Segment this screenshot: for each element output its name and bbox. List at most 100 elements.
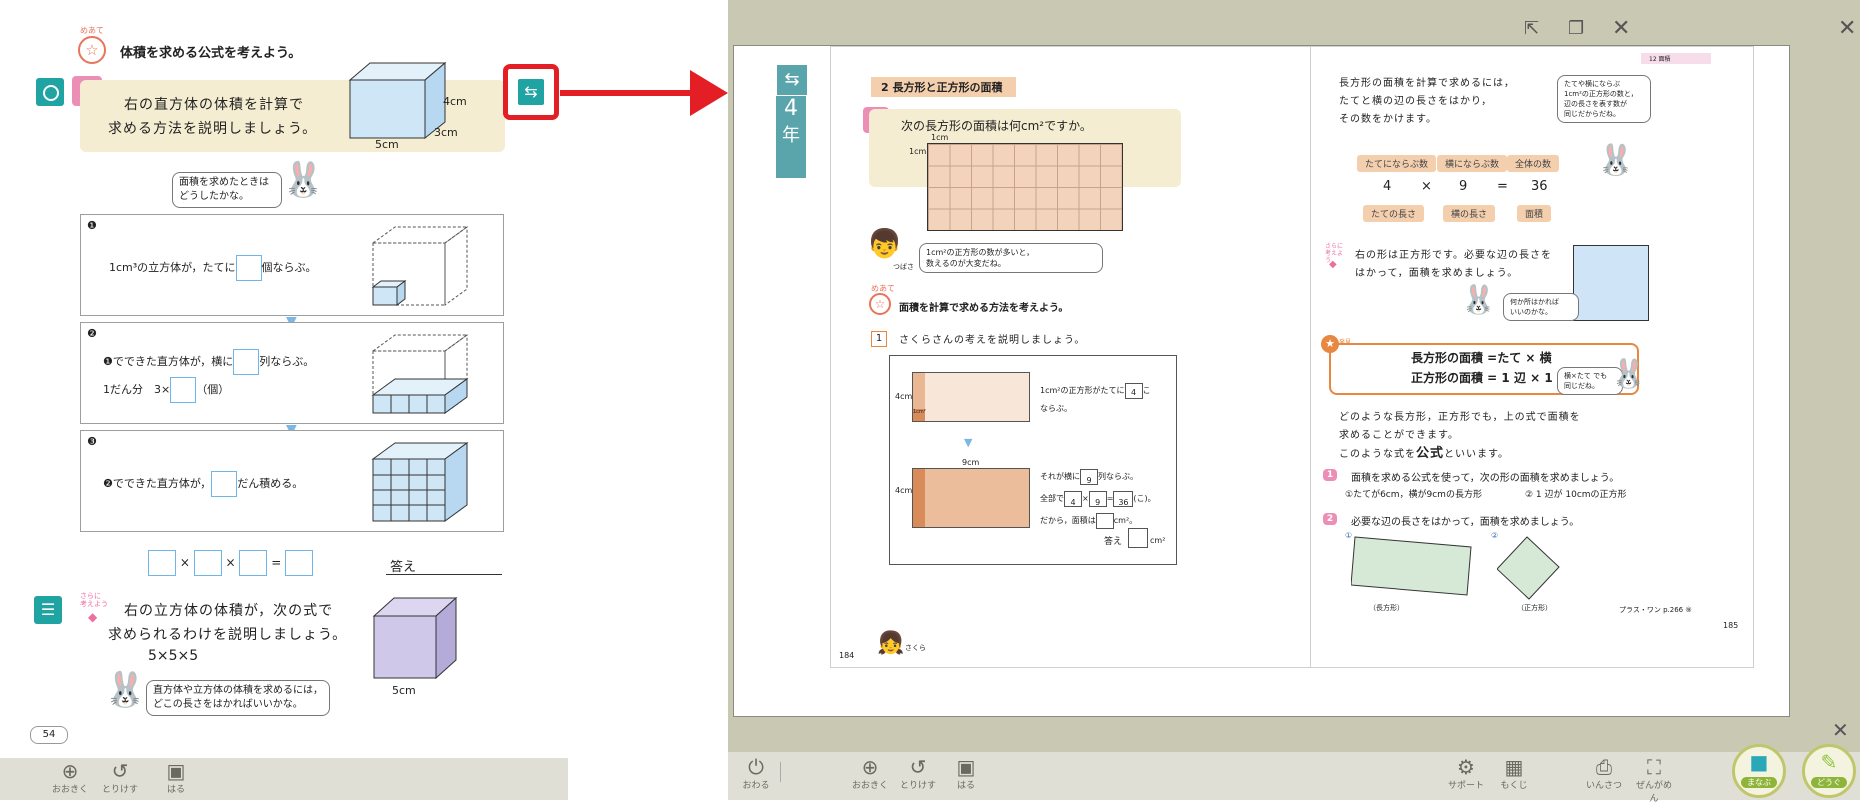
- fullscreen-button[interactable]: ⛶ ぜんがめん: [1632, 756, 1676, 804]
- text3-v2[interactable]: 9: [1088, 490, 1107, 507]
- girl-name: さくら: [905, 644, 926, 652]
- back-link-icon[interactable]: ⇆: [518, 79, 544, 105]
- back-link-icon[interactable]: ⇆: [776, 64, 808, 96]
- rect2: [912, 468, 1030, 528]
- discovery-tag: 発見: [1339, 339, 1352, 346]
- paste-image-label: はる: [166, 785, 185, 795]
- eq-v3: 36: [1531, 179, 1548, 194]
- rect1: 1cm²: [912, 372, 1030, 422]
- text2-a: それが横に: [1040, 472, 1080, 481]
- extra-formula: 5×5×5: [148, 648, 199, 664]
- page-number-185: 185: [1723, 621, 1739, 630]
- step2-text-a: ❶でできた直方体が，横に: [103, 355, 234, 368]
- text4-b: cm²。: [1113, 516, 1138, 525]
- text3-times: ×: [1082, 494, 1089, 503]
- area-input[interactable]: [1095, 512, 1114, 529]
- eq-times2: ×: [225, 555, 236, 570]
- rabbit-bubble3-line2: 同じだね。: [1564, 382, 1599, 390]
- textbook-page-left: めあて ☆ 体積を求める公式を考えよう。 2 右の直方体の体積を計算で 求める方…: [0, 0, 568, 800]
- text3-v3[interactable]: 36: [1113, 490, 1134, 507]
- contents-button[interactable]: ▦ もくじ: [1494, 756, 1534, 791]
- ex2-a-caption: （長方形）: [1369, 604, 1404, 612]
- step3-box: ❸ ❷でできた直方体が， だん積める。: [80, 430, 504, 532]
- step2-count-input[interactable]: [170, 377, 197, 403]
- print-icon: ⎙: [1596, 755, 1612, 779]
- eq-input-4[interactable]: [285, 550, 314, 576]
- textbook-spread: ⇆ 4 年 2 長方形と正方形の面積 1 次の長方形の面積は何cm²ですか。 1…: [733, 45, 1790, 717]
- summary-line1: どのような長方形，正方形でも，上の式で面積を: [1339, 412, 1581, 423]
- print-button[interactable]: ⎙ いんさつ: [1584, 756, 1624, 791]
- zoom-in-label: おおきく: [51, 785, 88, 795]
- close-icon[interactable]: ✕: [1612, 16, 1630, 41]
- dim-width: 5cm: [375, 138, 399, 151]
- rabbit-bubble2-line2: いいのかな。: [1510, 308, 1552, 316]
- text1-value[interactable]: 4: [1124, 382, 1143, 399]
- expand-icon[interactable]: ⇱: [1524, 18, 1539, 39]
- summary-line2: 求めることができます。: [1339, 430, 1459, 441]
- step2-figure: [371, 334, 469, 414]
- down-arrow-icon: ▼: [964, 436, 973, 449]
- dim-depth: 3cm: [434, 126, 458, 139]
- rabbit-bubble-1: たてや横にならぶ 1cm²の正方形の数と， 辺の長さを表す数が 同じだからだね。: [1557, 75, 1651, 123]
- paste-image-button[interactable]: ▣ はる: [946, 756, 986, 791]
- summary-line3a: このような式を: [1339, 449, 1416, 460]
- step3-answer-input[interactable]: [211, 471, 238, 497]
- text2-value[interactable]: 9: [1080, 468, 1098, 485]
- extra-bubble-line1: 直方体や立方体の体積を求めるには，: [153, 685, 323, 696]
- quit-button[interactable]: ⏻ おわる: [736, 756, 776, 791]
- boy-avatar-icon: 👦: [867, 227, 902, 260]
- grid-rectangle: [927, 143, 1123, 231]
- paste-image-button[interactable]: ▣ はる: [156, 760, 196, 795]
- hint-line2: どうしたかな。: [179, 191, 249, 202]
- plus-one-ref[interactable]: プラス・ワン p.266 ⑨: [1619, 605, 1692, 615]
- tools-button[interactable]: ✎ どうぐ: [1802, 744, 1856, 798]
- eq-input-1[interactable]: [148, 550, 176, 576]
- text2-b: 列ならぶ。: [1098, 472, 1138, 481]
- learn-label: まなぶ: [1741, 777, 1777, 788]
- goal-text: 体積を求める公式を考えよう。: [120, 46, 302, 61]
- notebook-icon[interactable]: ☰: [34, 596, 62, 624]
- text4-a: だから，面積は: [1040, 516, 1096, 525]
- intro: 長方形の面積を計算で求めるには， たてと横の辺の長さをはかり， その数をかけます…: [1339, 75, 1515, 129]
- goal-star-icon: ☆: [869, 293, 891, 315]
- camera-icon[interactable]: [36, 78, 64, 106]
- step1-text: 1cm³の立方体が，たてに 個ならぶ。: [109, 255, 317, 281]
- learn-button[interactable]: ■ まなぶ: [1732, 744, 1786, 798]
- grade-suffix: 年: [782, 125, 800, 146]
- formula-line2: 正方形の面積 = 1 辺 × 1 辺: [1411, 371, 1569, 385]
- text1: 1cm²の正方形がたてに 4 こ ならぶ。: [1040, 382, 1151, 418]
- zoom-in-button[interactable]: ⊕ おおきく: [50, 760, 90, 795]
- text2: それが横に 9 列ならぶ。 全部で 4 × 9 = 36 (こ)。 だから，面積は cm²。: [1040, 466, 1156, 532]
- red-arrow: [560, 90, 700, 96]
- text3-v1[interactable]: 4: [1064, 490, 1082, 507]
- rabbit-mascot-icon: 🐰: [104, 670, 147, 710]
- header-tab: 12 面積: [1641, 53, 1711, 64]
- undo-button[interactable]: ↺ とりけす: [100, 760, 140, 795]
- answer-line[interactable]: [386, 574, 502, 575]
- dim-height: 4cm: [443, 95, 467, 108]
- restore-icon[interactable]: ❐: [1568, 18, 1584, 39]
- viewer-toolbar: ⏻ おわる ⊕ おおきく ↺ とりけす ▣ はる ⚙ サポート ▦ もくじ ⎙ …: [728, 752, 1860, 804]
- print-label: いんさつ: [1585, 781, 1622, 791]
- text1-c: ならぶ。: [1040, 404, 1072, 413]
- undo-button[interactable]: ↺ とりけす: [898, 756, 938, 791]
- step1-answer-input[interactable]: [235, 255, 262, 281]
- summary-line3b: といいます。: [1444, 449, 1510, 460]
- support-label: サポート: [1447, 781, 1484, 791]
- answer-input[interactable]: [1128, 528, 1148, 548]
- explanation-box: 4cm 1cm² 1cm²の正方形がたてに 4 こ ならぶ。 ▼ 9cm 4cm そ…: [889, 355, 1177, 565]
- zoom-in-button[interactable]: ⊕ おおきく: [850, 756, 890, 791]
- page-number: 54: [30, 726, 68, 744]
- close-panel-icon[interactable]: ✕: [1832, 718, 1849, 742]
- eq-input-2[interactable]: [193, 550, 222, 576]
- red-arrow-head: [690, 70, 728, 116]
- rect1-height: 4cm: [895, 392, 913, 401]
- formula-line1: 長方形の面積 =たて × 横: [1411, 351, 1552, 365]
- close-icon[interactable]: ✕: [1838, 16, 1856, 41]
- goal-tag: めあて: [80, 26, 104, 35]
- rect1-unit: 1cm²: [913, 409, 926, 421]
- step2-text-b: 列ならぶ。: [259, 355, 315, 368]
- support-button[interactable]: ⚙ サポート: [1446, 756, 1486, 791]
- step2-answer-input[interactable]: [233, 349, 260, 375]
- eq-input-3[interactable]: [239, 550, 268, 576]
